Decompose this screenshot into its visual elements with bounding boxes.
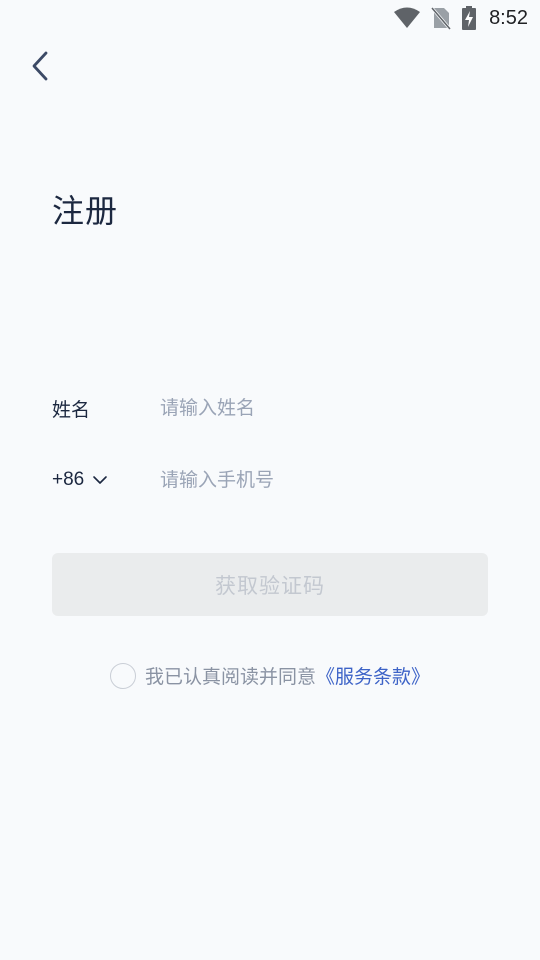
no-sim-icon [431,6,452,30]
chevron-down-icon [92,475,108,485]
agreement-checkbox[interactable] [109,662,136,689]
agreement-text: 我已认真阅读并同意 [144,666,316,688]
status-icons: 8:52 [393,4,528,32]
phone-input[interactable] [160,462,488,498]
register-screen: 8:52 注册 姓名 +86 获取验证码 我已认真阅读并同意 《服务条款》 [0,0,540,960]
agreement-row: 我已认真阅读并同意 《服务条款》 [0,662,540,689]
phone-row: +86 [52,460,488,500]
get-verification-code-button[interactable]: 获取验证码 [52,553,488,616]
back-button[interactable] [20,48,60,88]
country-code-selector[interactable]: +86 [52,469,160,491]
battery-charging-icon [461,6,477,30]
wifi-icon [393,7,421,29]
name-label: 姓名 [52,398,91,421]
terms-of-service-link[interactable]: 《服务条款》 [316,662,430,689]
chevron-left-icon [30,50,50,86]
name-row: 姓名 [52,388,488,428]
name-input[interactable] [160,390,488,426]
status-bar: 8:52 [0,0,540,36]
status-time: 8:52 [489,6,528,29]
page-title: 注册 [52,192,119,230]
country-code-value: +86 [52,469,85,490]
